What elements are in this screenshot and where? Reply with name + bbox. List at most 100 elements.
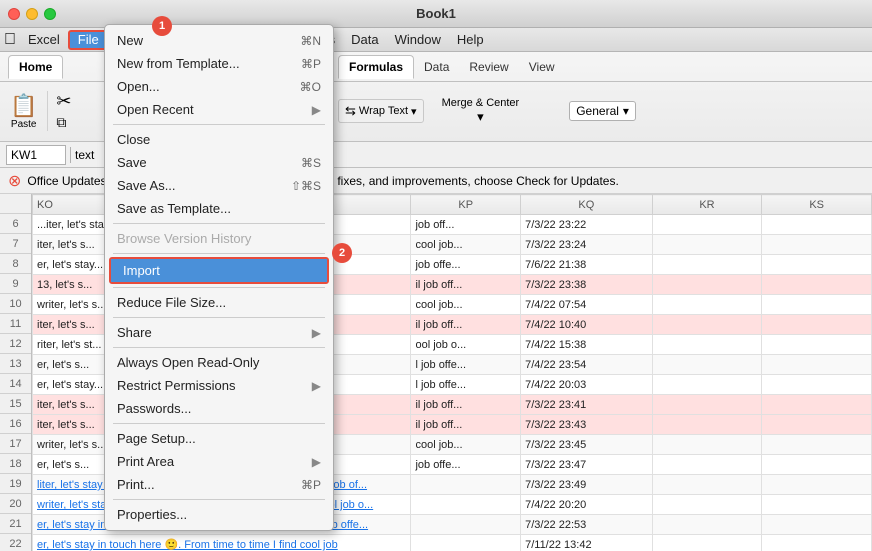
cell-kq-7[interactable]: 7/3/22 23:24	[521, 235, 653, 255]
cell-kr-17[interactable]	[652, 435, 762, 455]
cell-ks-13[interactable]	[762, 355, 872, 375]
cell-ko-22[interactable]: er, let's stay in touch here 🙂. From tim…	[33, 535, 411, 551]
cell-kr-12[interactable]	[652, 335, 762, 355]
maximize-button[interactable]	[44, 8, 56, 20]
menu-item-file[interactable]: File	[68, 30, 109, 50]
cell-kr-20[interactable]	[652, 495, 762, 515]
merge-center-button[interactable]: Merge & Center ▾	[436, 94, 526, 128]
cell-kp-22[interactable]	[411, 535, 521, 551]
cell-ks-6[interactable]	[762, 215, 872, 235]
cell-ks-21[interactable]	[762, 515, 872, 535]
cell-kr-19[interactable]	[652, 475, 762, 495]
cell-kr-18[interactable]	[652, 455, 762, 475]
menu-save[interactable]: Save ⌘S	[105, 151, 333, 174]
cell-kr-15[interactable]	[652, 395, 762, 415]
cell-kq-22[interactable]: 7/11/22 13:42	[521, 535, 653, 551]
paste-button[interactable]: 📋 Paste	[8, 91, 39, 132]
menu-share[interactable]: Share ▶	[105, 321, 333, 344]
cell-kp-12[interactable]: ool job o...	[411, 335, 521, 355]
apple-logo-icon[interactable]: 	[4, 31, 16, 49]
cell-ks-16[interactable]	[762, 415, 872, 435]
menu-open[interactable]: Open... ⌘O	[105, 75, 333, 98]
menu-new[interactable]: New ⌘N	[105, 29, 333, 52]
cell-kq-8[interactable]: 7/6/22 21:38	[521, 255, 653, 275]
cell-ks-19[interactable]	[762, 475, 872, 495]
cell-reference[interactable]: KW1	[6, 145, 66, 165]
cell-ks-15[interactable]	[762, 395, 872, 415]
menu-print[interactable]: Print... ⌘P	[105, 473, 333, 496]
cell-kr-8[interactable]	[652, 255, 762, 275]
cell-ks-10[interactable]	[762, 295, 872, 315]
cell-kp-9[interactable]: il job off...	[411, 275, 521, 295]
menu-save-template[interactable]: Save as Template...	[105, 197, 333, 220]
cell-kp-11[interactable]: il job off...	[411, 315, 521, 335]
menu-print-area[interactable]: Print Area ▶	[105, 450, 333, 473]
cell-kp-10[interactable]: cool job...	[411, 295, 521, 315]
tab-review[interactable]: Review	[459, 56, 518, 78]
cell-kp-18[interactable]: job offe...	[411, 455, 521, 475]
traffic-lights[interactable]	[8, 8, 56, 20]
cell-kq-19[interactable]: 7/3/22 23:49	[521, 475, 653, 495]
menu-save-as[interactable]: Save As... ⇧⌘S	[105, 174, 333, 197]
cell-kq-17[interactable]: 7/3/22 23:45	[521, 435, 653, 455]
cell-kq-16[interactable]: 7/3/22 23:43	[521, 415, 653, 435]
cell-ks-18[interactable]	[762, 455, 872, 475]
cell-kp-13[interactable]: l job offe...	[411, 355, 521, 375]
cell-kr-7[interactable]	[652, 235, 762, 255]
cell-kr-14[interactable]	[652, 375, 762, 395]
menu-restrict-perms[interactable]: Restrict Permissions ▶	[105, 374, 333, 397]
menu-browse-history[interactable]: Browse Version History	[105, 227, 333, 250]
cell-ks-17[interactable]	[762, 435, 872, 455]
tab-view[interactable]: View	[519, 56, 565, 78]
cell-ks-14[interactable]	[762, 375, 872, 395]
menu-item-window[interactable]: Window	[387, 30, 449, 50]
cell-ks-11[interactable]	[762, 315, 872, 335]
cell-kq-12[interactable]: 7/4/22 15:38	[521, 335, 653, 355]
cell-kq-20[interactable]: 7/4/22 20:20	[521, 495, 653, 515]
number-format-dropdown[interactable]: General ▾	[569, 101, 636, 121]
cell-ks-8[interactable]	[762, 255, 872, 275]
menu-always-readonly[interactable]: Always Open Read-Only	[105, 351, 333, 374]
tab-home[interactable]: Home	[8, 55, 63, 79]
cell-kp-15[interactable]: il job off...	[411, 395, 521, 415]
cell-ks-9[interactable]	[762, 275, 872, 295]
close-button[interactable]	[8, 8, 20, 20]
cell-ks-12[interactable]	[762, 335, 872, 355]
cell-kq-14[interactable]: 7/4/22 20:03	[521, 375, 653, 395]
cell-kr-9[interactable]	[652, 275, 762, 295]
cell-kq-9[interactable]: 7/3/22 23:38	[521, 275, 653, 295]
menu-new-template[interactable]: New from Template... ⌘P	[105, 52, 333, 75]
menu-properties[interactable]: Properties...	[105, 503, 333, 526]
menu-item-data[interactable]: Data	[343, 30, 386, 50]
cell-ks-22[interactable]	[762, 535, 872, 551]
menu-open-recent[interactable]: Open Recent ▶	[105, 98, 333, 121]
cell-kp-17[interactable]: cool job...	[411, 435, 521, 455]
minimize-button[interactable]	[26, 8, 38, 20]
menu-page-setup[interactable]: Page Setup...	[105, 427, 333, 450]
cell-kr-22[interactable]	[652, 535, 762, 551]
cell-kr-11[interactable]	[652, 315, 762, 335]
cell-kr-6[interactable]	[652, 215, 762, 235]
menu-close[interactable]: Close	[105, 128, 333, 151]
cell-kr-13[interactable]	[652, 355, 762, 375]
cell-kq-10[interactable]: 7/4/22 07:54	[521, 295, 653, 315]
cell-kp-6[interactable]: job off...	[411, 215, 521, 235]
wrap-text-button[interactable]: ⇆ Wrap Text ▾	[338, 99, 424, 123]
cell-kp-20[interactable]	[411, 495, 521, 515]
cell-kp-21[interactable]	[411, 515, 521, 535]
cell-kq-11[interactable]: 7/4/22 10:40	[521, 315, 653, 335]
cell-kr-16[interactable]	[652, 415, 762, 435]
cell-kr-21[interactable]	[652, 515, 762, 535]
cell-kq-21[interactable]: 7/3/22 22:53	[521, 515, 653, 535]
cell-kp-8[interactable]: job offe...	[411, 255, 521, 275]
cell-ks-7[interactable]	[762, 235, 872, 255]
menu-import[interactable]: Import	[111, 259, 327, 282]
cell-kp-19[interactable]	[411, 475, 521, 495]
tab-data[interactable]: Data	[414, 56, 459, 78]
cell-kp-14[interactable]: l job offe...	[411, 375, 521, 395]
cell-kq-15[interactable]: 7/3/22 23:41	[521, 395, 653, 415]
menu-item-excel[interactable]: Excel	[20, 30, 68, 50]
menu-passwords[interactable]: Passwords...	[105, 397, 333, 420]
cell-kq-13[interactable]: 7/4/22 23:54	[521, 355, 653, 375]
cell-kp-16[interactable]: il job off...	[411, 415, 521, 435]
